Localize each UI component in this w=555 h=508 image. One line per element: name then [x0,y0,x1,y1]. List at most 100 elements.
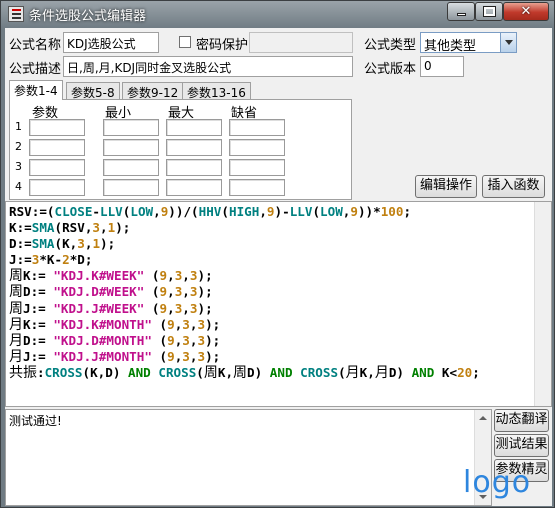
param-name-input[interactable] [29,139,85,156]
code-token: ( [338,364,346,380]
code-token: AND [411,364,435,380]
edit-operations-button[interactable]: 编辑操作 [415,175,477,198]
param-min-input[interactable] [103,179,159,196]
code-token: D:= [23,332,54,348]
code-token: 9 [167,316,175,332]
dialog-body: 公式名称 KDJ选股公式 密码保护 公式类型 其他类型 公式描述 日,周,月,K… [5,28,552,506]
code-line: 周D:= "KDJ.D#WEEK" (9,3,3); [9,284,480,300]
code-token: ( [151,332,168,348]
code-token: AND [128,364,151,380]
code-token: 100 [380,204,404,219]
param-max-input[interactable] [166,159,222,176]
param-default-input[interactable] [229,119,285,136]
code-token: J:= [23,300,54,316]
maximize-button[interactable] [475,2,503,21]
code-token: 周 [9,300,23,317]
param-min-input[interactable] [103,159,159,176]
code-token: ); [197,284,213,300]
param-default-input[interactable] [229,139,285,156]
formula-type-select[interactable]: 其他类型 [420,32,517,54]
close-button[interactable]: ✕ [503,2,549,21]
code-token: 周 [203,364,218,381]
code-token: CROSS [158,364,197,380]
code-token: ); [115,220,131,236]
code-token: 周 [9,284,23,301]
code-token: K:= [23,268,54,284]
code-token: 9 [159,300,168,316]
code-token: 周 [233,364,248,381]
param-name-input[interactable] [29,119,85,136]
tab-params-9-12[interactable]: 参数9-12 [122,82,184,100]
param-min-input[interactable] [103,139,159,156]
chevron-down-icon[interactable] [500,33,516,52]
code-token: ); [205,348,221,364]
editor-scrollbar[interactable] [534,202,551,406]
code-token: "KDJ.J#WEEK" [53,300,145,316]
code-token: J:= [9,252,32,268]
code-token: 月 [9,348,23,365]
test-result-button[interactable]: 测试结果 [494,434,549,457]
code-token: ); [205,316,221,332]
formula-desc-input[interactable]: 日,周,月,KDJ同时金叉选股公式 [63,56,353,77]
code-token: CROSS [300,364,339,380]
code-line: K:=SMA(RSV,3,1); [9,220,480,236]
minimize-button[interactable] [447,2,475,21]
code-token: ); [100,236,116,252]
param-name-input[interactable] [29,159,85,176]
code-token: , [182,284,190,300]
insert-function-button[interactable]: 插入函数 [482,175,545,198]
tab-params-13-16[interactable]: 参数13-16 [182,82,251,100]
tab-params-1-4[interactable]: 参数1-4 [9,80,63,100]
row-number: 2 [15,140,22,153]
code-token: ); [205,332,221,348]
password-checkbox[interactable] [179,36,191,48]
code-token: 9 [159,284,168,300]
window-title: 条件选股公式编辑器 [29,9,147,24]
row-number: 1 [15,120,22,133]
dynamic-translate-button[interactable]: 动态翻译 [494,409,549,432]
code-token: ))* [357,204,381,219]
code-token: 月 [9,332,23,349]
param-min-input[interactable] [103,119,159,136]
param-max-input[interactable] [166,119,222,136]
formula-code-editor[interactable]: RSV:=(CLOSE-LLV(LOW,9))/(HHV(HIGH,9)-LLV… [5,201,552,407]
tab-params-5-8[interactable]: 参数5-8 [66,82,120,100]
formula-name-input[interactable]: KDJ选股公式 [63,32,159,53]
code-token: D) [388,364,412,380]
param-max-input[interactable] [166,179,222,196]
code-token: 3 [197,332,206,348]
param-name-input[interactable] [29,179,85,196]
code-token: )- [274,204,290,219]
password-input[interactable] [249,32,353,53]
formula-desc-label: 公式描述 [9,62,62,77]
code-token: 9 [167,348,175,364]
code-token: 月 [374,364,389,381]
code-token: "KDJ.D#WEEK" [53,284,145,300]
code-token: , [167,268,175,284]
param-max-input[interactable] [166,139,222,156]
formula-version-input[interactable]: 0 [420,56,464,77]
formula-name-label: 公式名称 [9,38,62,53]
code-token: 共振 [9,364,37,381]
scroll-up-icon[interactable] [475,410,491,427]
code-token: ( [151,348,168,364]
param-default-input[interactable] [229,179,285,196]
code-token: LLV [289,204,313,219]
code-token: ( [221,204,229,219]
title-bar[interactable]: 条件选股公式编辑器 ✕ [1,1,554,27]
code-line: 周K:= "KDJ.K#WEEK" (9,3,3); [9,268,480,284]
maximize-icon [482,6,496,17]
code-token: "KDJ.D#MONTH" [53,332,152,348]
formula-version-label: 公式版本 [364,62,417,77]
param-default-input[interactable] [229,159,285,176]
code-token: HHV [198,204,222,219]
code-token: ( [312,204,321,219]
code-line: 月K:= "KDJ.K#MONTH" (9,3,3); [9,317,480,333]
code-token: 3 [182,348,190,364]
formula-type-value: 其他类型 [424,39,477,54]
code-token: 3 [197,316,206,332]
code-token: D:= [9,236,32,252]
code-token: ); [197,268,213,284]
code-token: , [167,300,175,316]
